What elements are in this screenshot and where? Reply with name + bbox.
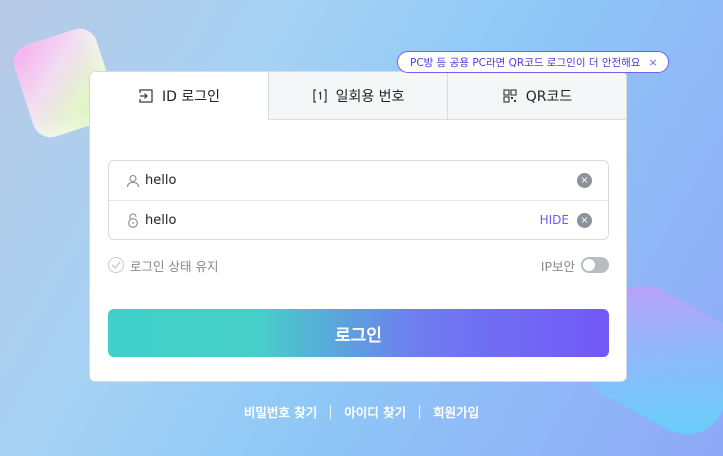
login-tabs: ID 로그인 일회용 번호 QR코드 [90, 72, 626, 120]
check-icon [108, 257, 124, 273]
divider [330, 404, 332, 419]
lock-icon [125, 212, 141, 228]
tab-qr-code[interactable]: QR코드 [447, 72, 626, 120]
login-options: 로그인 상태 유지 IP보안 [108, 256, 609, 274]
ip-security: IP보안 [541, 256, 609, 275]
tab-one-time-number-label: 일회용 번호 [335, 88, 405, 105]
clear-password-icon[interactable]: × [577, 212, 592, 228]
keep-login-checkbox[interactable]: 로그인 상태 유지 [108, 256, 218, 275]
divider [419, 404, 421, 419]
user-icon [125, 173, 141, 189]
login-card: ID 로그인 일회용 번호 QR코드 hello × hello HIDE × … [89, 71, 627, 382]
tab-one-time-number[interactable]: 일회용 번호 [268, 72, 447, 120]
one-time-number-icon [312, 88, 328, 104]
tab-id-login[interactable]: ID 로그인 [90, 72, 268, 120]
password-input[interactable]: hello [145, 213, 540, 228]
signup-link[interactable]: 회원가입 [433, 402, 479, 421]
tab-qr-code-label: QR코드 [525, 88, 573, 105]
qr-code-icon [502, 88, 518, 104]
qr-recommend-tooltip: PC방 등 공용 PC라면 QR코드 로그인이 더 안전해요 × [397, 51, 669, 73]
hide-password-button[interactable]: HIDE [540, 213, 569, 227]
id-field[interactable]: hello × [109, 161, 608, 200]
find-id-link[interactable]: 아이디 찾기 [344, 402, 406, 421]
login-arrow-icon [138, 88, 154, 104]
find-password-link[interactable]: 비밀번호 찾기 [244, 402, 317, 421]
keep-login-label: 로그인 상태 유지 [130, 258, 219, 274]
toggle-knob [583, 259, 595, 271]
password-field[interactable]: hello HIDE × [109, 200, 608, 239]
tooltip-close-icon[interactable]: × [648, 56, 657, 69]
ip-security-toggle[interactable] [581, 257, 609, 273]
id-input[interactable]: hello [145, 173, 577, 188]
tooltip-text: PC방 등 공용 PC라면 QR코드 로그인이 더 안전해요 [410, 56, 641, 69]
tab-id-login-label: ID 로그인 [162, 89, 220, 105]
login-button[interactable]: 로그인 [108, 309, 609, 357]
credentials-box: hello × hello HIDE × [108, 160, 609, 240]
ip-security-label: IP보안 [540, 258, 575, 274]
clear-id-icon[interactable]: × [577, 173, 592, 188]
footer-links: 비밀번호 찾기 아이디 찾기 회원가입 [0, 402, 723, 421]
